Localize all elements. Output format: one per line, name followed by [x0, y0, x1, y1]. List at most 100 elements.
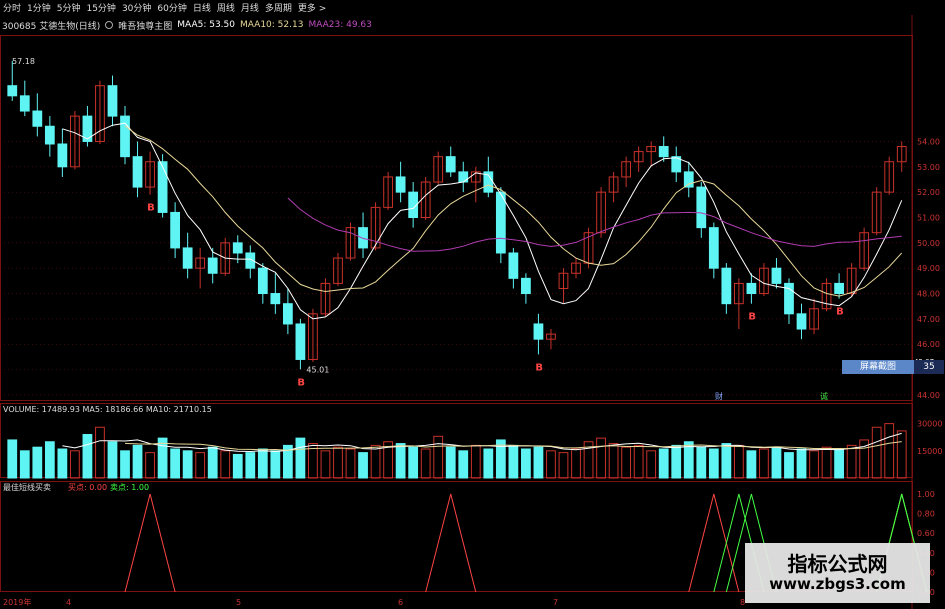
- volume-bar: [696, 446, 707, 479]
- volume-bar: [809, 450, 819, 479]
- time-axis-label: 6: [398, 598, 403, 607]
- volume-bar: [721, 443, 732, 479]
- buy-marker: B: [147, 203, 155, 214]
- buy-marker: B: [748, 312, 756, 323]
- volume-bar: [445, 446, 456, 479]
- candle-body: [107, 85, 118, 117]
- candle-body: [521, 277, 531, 295]
- volume-bar: [784, 452, 794, 479]
- high-price-label: 57.18: [12, 57, 35, 66]
- candle-body: [458, 171, 469, 183]
- volume-bar: [646, 450, 657, 479]
- volume-bar: [671, 444, 682, 479]
- buy-marker: B: [297, 377, 305, 388]
- candle-body: [834, 282, 844, 295]
- volume-bar: [182, 450, 193, 479]
- candle-body: [32, 110, 43, 127]
- buy-marker: B: [836, 307, 844, 318]
- volume-bar: [82, 434, 93, 479]
- candle-body: [44, 125, 55, 145]
- period-tab-15min[interactable]: 15分钟: [86, 1, 115, 14]
- buy-signal-spike: [688, 493, 740, 593]
- volume-title: VOLUME: 17489.93 MA5: 18186.66 MA10: 217…: [3, 405, 212, 414]
- volume-bar: [483, 448, 494, 479]
- screenshot-label[interactable]: 屏幕截图: [842, 360, 914, 374]
- candle-body: [182, 247, 193, 269]
- volume-bar: [32, 446, 43, 479]
- stock-chart[interactable]: 54.0053.0052.0051.0050.0049.0048.0047.00…: [0, 0, 945, 609]
- volume-bar: [533, 446, 544, 479]
- event-marker: 财: [715, 391, 723, 401]
- period-tab-multi[interactable]: 多周期: [265, 1, 292, 14]
- signal-tick-label: 0.60: [917, 529, 935, 538]
- volume-bar: [19, 450, 30, 479]
- signal-tick-label: 1.00: [917, 490, 935, 499]
- period-tab-1min[interactable]: 1分钟: [27, 1, 51, 14]
- candle-body: [132, 156, 143, 188]
- candle-body: [120, 115, 130, 158]
- signal-tick-label: 0.80: [917, 510, 935, 519]
- volume-bar: [195, 452, 206, 479]
- price-tick-label: 47.00: [917, 315, 940, 324]
- volume-tick-label: 15000: [917, 447, 942, 456]
- volume-bar: [546, 450, 556, 479]
- candle-body: [157, 161, 168, 213]
- volume-bar: [145, 452, 155, 479]
- candle-body: [257, 267, 268, 295]
- candle-body: [7, 85, 18, 97]
- candle-body: [708, 227, 719, 269]
- period-tab-more[interactable]: 更多 >: [298, 1, 326, 14]
- volume-bar: [157, 437, 168, 479]
- period-tab-timeshare[interactable]: 分时: [3, 1, 21, 14]
- volume-bar: [621, 446, 632, 479]
- period-tab-60min[interactable]: 60分钟: [157, 1, 186, 14]
- maa23-value: MAA23: 49.63: [308, 20, 372, 30]
- volume-bar: [458, 450, 469, 479]
- volume-tick-label: 30000: [917, 420, 942, 429]
- watermark-title: 指标公式网: [787, 552, 888, 576]
- volume-bar: [333, 446, 343, 479]
- candle-body: [533, 323, 544, 340]
- volume-bar: [70, 450, 80, 479]
- candle-body: [282, 303, 293, 325]
- candle-body: [508, 252, 519, 279]
- volume-bar: [295, 437, 306, 479]
- stock-name: 300685 艾德生物(日线): [2, 21, 101, 32]
- volume-bar: [170, 448, 181, 479]
- price-tick-label: 46.00: [917, 340, 940, 349]
- volume-bar: [395, 443, 406, 479]
- period-tab-5min[interactable]: 5分钟: [57, 1, 81, 14]
- volume-bar: [132, 444, 143, 479]
- volume-bar: [558, 452, 569, 479]
- volume-bar: [746, 450, 757, 479]
- indicator-name[interactable]: 唯吾独尊主图: [118, 19, 172, 32]
- volume-bar: [733, 444, 744, 479]
- volume-bar: [571, 448, 581, 479]
- period-tab-weekly[interactable]: 周线: [217, 1, 235, 14]
- sell-point-label: 卖点: 1.00: [110, 483, 149, 492]
- volume-bar: [320, 450, 331, 479]
- price-tick-label: 52.00: [917, 188, 940, 197]
- volume-bar: [871, 426, 882, 479]
- volume-bar: [658, 448, 669, 479]
- buy-signal-spike: [124, 493, 176, 593]
- volume-bar: [608, 443, 619, 479]
- volume-bar: [370, 444, 381, 479]
- volume-bar: [257, 448, 268, 479]
- volume-bar: [633, 444, 644, 479]
- volume-bar: [345, 448, 356, 479]
- candle-body: [57, 143, 68, 168]
- candle-body: [207, 257, 218, 274]
- main-chart-header: 300685 艾德生物(日线) 唯吾独尊主图 MAA5: 53.50 MAA10…: [2, 18, 372, 32]
- low-price-label: 45.01: [306, 365, 329, 374]
- watermark-url: www.zbgs3.com: [769, 575, 906, 593]
- volume-bar: [495, 439, 506, 479]
- volume-bar: [107, 441, 118, 479]
- volume-bar: [884, 423, 895, 479]
- volume-bar: [120, 450, 130, 479]
- indicator-settings-icon[interactable]: [105, 21, 114, 29]
- period-tab-30min[interactable]: 30分钟: [122, 1, 151, 14]
- period-tab-daily[interactable]: 日线: [193, 1, 211, 14]
- period-tab-monthly[interactable]: 月线: [241, 1, 259, 14]
- volume-bar: [433, 435, 444, 479]
